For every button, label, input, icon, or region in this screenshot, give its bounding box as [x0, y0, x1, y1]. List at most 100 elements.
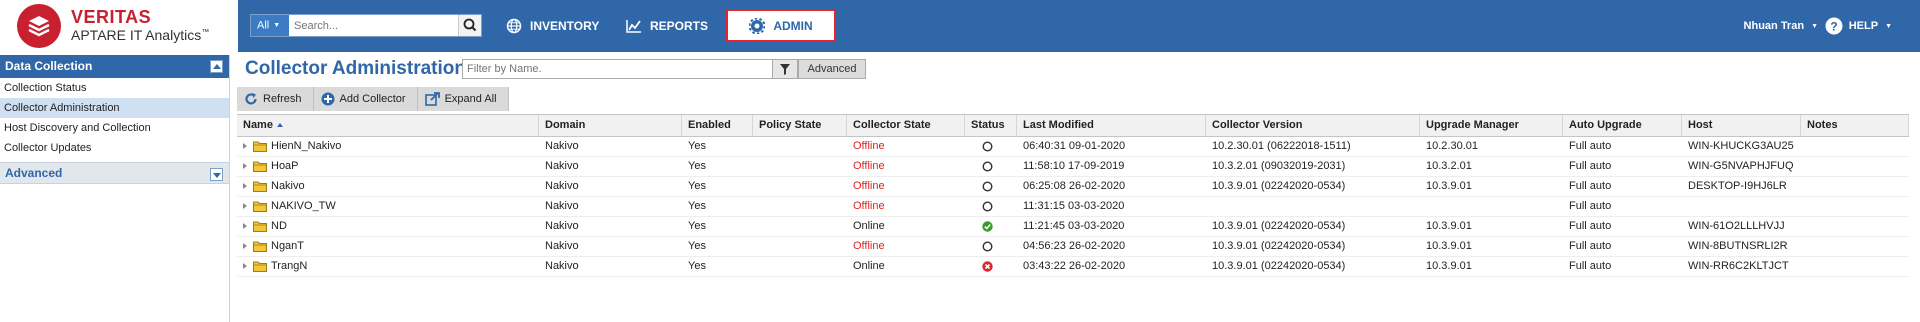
cell-name[interactable]: ND — [237, 217, 539, 236]
cell-enabled: Yes — [688, 140, 706, 152]
app-header: VERITAS APTARE IT Analytics™ All▼ INVENT… — [0, 0, 1920, 52]
cell-last-modified: 04:56:23 26-02-2020 — [1023, 240, 1126, 252]
cell-auto-upgrade: Full auto — [1569, 260, 1612, 272]
folder-icon — [253, 181, 267, 193]
column-header-policy-state[interactable]: Policy State — [753, 115, 847, 136]
collector-name: HienN_Nakivo — [271, 140, 342, 152]
expand-row-icon[interactable] — [243, 243, 247, 250]
table-row[interactable]: HienN_Nakivo Nakivo Yes Offline 06:40:31 09-… — [237, 137, 1909, 157]
cell-name[interactable]: NAKIVO_TW — [237, 197, 539, 216]
search-icon — [463, 18, 477, 32]
sidebar-section-advanced[interactable]: Advanced — [0, 162, 229, 184]
cell-domain: Nakivo — [545, 140, 579, 152]
expand-row-icon[interactable] — [243, 203, 247, 210]
table-row[interactable]: NAKIVO_TW Nakivo Yes Offline 11:31:15 03-03-… — [237, 197, 1909, 217]
column-header-host[interactable]: Host — [1682, 115, 1801, 136]
cell-host: DESKTOP-I9HJ6LR — [1688, 180, 1787, 192]
main-content: Collector Administration Advanced Refres… — [237, 55, 1920, 322]
table-row[interactable]: HoaP Nakivo Yes Offline 11:58:10 17-09-2019 1… — [237, 157, 1909, 177]
cell-enabled: Yes — [688, 260, 706, 272]
status-offline-icon — [982, 181, 993, 192]
cell-auto-upgrade: Full auto — [1569, 180, 1612, 192]
expand-row-icon[interactable] — [243, 183, 247, 190]
collector-name: NAKIVO_TW — [271, 200, 336, 212]
table-row[interactable]: Nakivo Nakivo Yes Offline 06:25:08 26-02-202… — [237, 177, 1909, 197]
sidebar-section-data-collection[interactable]: Data Collection — [0, 55, 229, 78]
cell-status — [965, 177, 1017, 196]
cell-policy-state — [753, 177, 847, 196]
search-scope-dropdown[interactable]: All ▼ — [251, 15, 289, 36]
expand-row-icon[interactable] — [243, 143, 247, 150]
table-row[interactable]: ND Nakivo Yes Online 11:21:45 03-03-2020 10.3… — [237, 217, 1909, 237]
sidebar-item-collector-administration[interactable]: Collector Administration — [0, 98, 229, 118]
status-offline-icon — [982, 161, 993, 172]
cell-name[interactable]: Nakivo — [237, 177, 539, 196]
tab-admin[interactable]: ADMIN — [726, 9, 836, 42]
tab-reports[interactable]: REPORTS — [626, 0, 708, 52]
cell-upgrade-manager: 10.2.30.01 — [1426, 140, 1478, 152]
cell-policy-state — [753, 217, 847, 236]
advanced-filter-button[interactable]: Advanced — [798, 59, 866, 79]
veritas-logo[interactable]: VERITAS APTARE IT Analytics™ — [0, 0, 238, 52]
sort-ascending-icon — [276, 123, 283, 128]
cell-domain: Nakivo — [545, 160, 579, 172]
cell-name[interactable]: NganT — [237, 237, 539, 256]
column-header-notes[interactable]: Notes — [1801, 115, 1909, 136]
folder-icon — [253, 241, 267, 253]
user-menu[interactable]: Nhuan Tran ▼ — [1744, 0, 1818, 52]
cell-last-modified: 11:21:45 03-03-2020 — [1023, 220, 1125, 232]
status-offline-icon — [982, 141, 993, 152]
expand-row-icon[interactable] — [243, 263, 247, 270]
column-header-collector-state[interactable]: Collector State — [847, 115, 965, 136]
help-icon: ? — [1825, 17, 1843, 35]
column-header-enabled[interactable]: Enabled — [682, 115, 753, 136]
sidebar-item-collector-updates[interactable]: Collector Updates — [0, 138, 229, 158]
cell-collector-state: Offline — [853, 180, 885, 192]
collector-name: TrangN — [271, 260, 308, 272]
cell-notes — [1801, 217, 1909, 236]
sidebar-item-host-discovery[interactable]: Host Discovery and Collection — [0, 118, 229, 138]
column-header-status[interactable]: Status — [965, 115, 1017, 136]
expand-icon[interactable] — [210, 168, 223, 181]
cell-enabled: Yes — [688, 220, 706, 232]
cell-collector-version: 10.3.9.01 (02242020-0534) — [1212, 260, 1346, 272]
table-row[interactable]: NganT Nakivo Yes Offline 04:56:23 26-02-2020… — [237, 237, 1909, 257]
cell-upgrade-manager: 10.3.9.01 — [1426, 240, 1472, 252]
collapse-icon[interactable] — [210, 60, 223, 73]
cell-name[interactable]: HienN_Nakivo — [237, 137, 539, 156]
refresh-button[interactable]: Refresh — [237, 87, 314, 111]
table-row[interactable]: TrangN Nakivo Yes Online 03:43:22 26-02-2020… — [237, 257, 1909, 277]
column-header-domain[interactable]: Domain — [539, 115, 682, 136]
search-input[interactable] — [291, 16, 457, 35]
column-header-name[interactable]: Name — [237, 115, 539, 136]
help-menu[interactable]: ? HELP ▼ — [1825, 0, 1892, 52]
cell-last-modified: 11:31:15 03-03-2020 — [1023, 200, 1125, 212]
cell-domain: Nakivo — [545, 220, 579, 232]
cell-upgrade-manager: 10.3.2.01 — [1426, 160, 1472, 172]
column-header-upgrade-manager[interactable]: Upgrade Manager — [1420, 115, 1563, 136]
expand-row-icon[interactable] — [243, 223, 247, 230]
cell-name[interactable]: TrangN — [237, 257, 539, 276]
funnel-icon — [780, 64, 790, 75]
expand-all-button[interactable]: Expand All — [417, 87, 509, 111]
expand-row-icon[interactable] — [243, 163, 247, 170]
column-header-collector-version[interactable]: Collector Version — [1206, 115, 1420, 136]
search-button[interactable] — [458, 15, 481, 36]
collector-name: NganT — [271, 240, 305, 252]
svg-text:?: ? — [1830, 20, 1837, 34]
cell-host — [1682, 197, 1801, 216]
filter-input[interactable] — [463, 60, 781, 78]
cell-status — [965, 217, 1017, 236]
cell-collector-version: 10.3.9.01 (02242020-0534) — [1212, 220, 1346, 232]
column-header-auto-upgrade[interactable]: Auto Upgrade — [1563, 115, 1682, 136]
cell-name[interactable]: HoaP — [237, 157, 539, 176]
filter-button[interactable] — [772, 59, 798, 79]
sidebar-item-collection-status[interactable]: Collection Status — [0, 78, 229, 98]
cell-collector-state: Offline — [853, 240, 885, 252]
column-header-last-modified[interactable]: Last Modified — [1017, 115, 1206, 136]
cell-collector-state: Offline — [853, 140, 885, 152]
add-collector-button[interactable]: Add Collector — [313, 87, 418, 111]
status-offline-icon — [982, 201, 993, 212]
tab-inventory[interactable]: INVENTORY — [506, 0, 599, 52]
folder-icon — [253, 221, 267, 233]
